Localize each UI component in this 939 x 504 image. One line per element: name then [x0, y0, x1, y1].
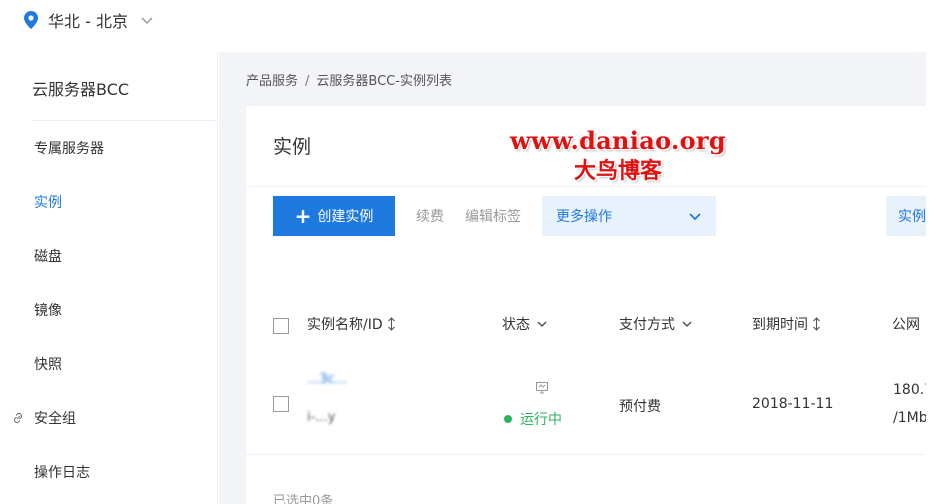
breadcrumb-current: 云服务器BCC-实例列表	[316, 74, 452, 89]
breadcrumb-root[interactable]: 产品服务	[246, 74, 298, 89]
region-selector[interactable]: 华北 - 北京	[24, 8, 154, 32]
selection-count: 已选中0条	[273, 494, 334, 504]
more-actions-label: 更多操作	[556, 209, 612, 225]
sort-icon[interactable]	[387, 317, 396, 331]
instance-filter-button[interactable]: 实例	[886, 196, 926, 236]
column-header-expiry[interactable]: 到期时间	[752, 314, 821, 334]
more-actions-dropdown[interactable]: 更多操作	[542, 196, 716, 236]
column-header-status[interactable]: 状态	[502, 314, 548, 334]
create-instance-button[interactable]: + 创建实例	[273, 196, 395, 236]
location-pin-icon	[24, 11, 38, 29]
status-label: 运行中	[520, 412, 562, 428]
sidebar-item-security-groups[interactable]: 安全组	[13, 408, 76, 428]
sidebar-item-disks[interactable]: 磁盘	[34, 246, 62, 266]
public-ip: 180.7	[893, 382, 926, 398]
select-all-checkbox[interactable]	[273, 318, 289, 334]
column-header-label: 实例名称/ID	[307, 317, 383, 333]
instance-name-link[interactable]: ...3c...	[307, 372, 347, 387]
sidebar-item-images[interactable]: 镜像	[34, 300, 62, 320]
chevron-down-icon[interactable]	[536, 318, 548, 330]
card-divider	[246, 186, 926, 187]
chevron-down-icon	[689, 213, 701, 221]
sidebar-item-label: 安全组	[34, 411, 76, 427]
row-checkbox[interactable]	[273, 396, 289, 412]
page-title: 实例	[273, 136, 312, 158]
sort-icon[interactable]	[812, 317, 821, 331]
breadcrumb-separator: /	[305, 74, 310, 89]
instance-id: i-...y	[307, 410, 336, 425]
column-header-label: 状态	[502, 317, 530, 333]
edit-tags-button[interactable]: 编辑标签	[465, 206, 521, 226]
monitor-icon[interactable]	[535, 381, 549, 395]
main-content: 产品服务 / 云服务器BCC-实例列表 实例 + 创建实例 续费 编辑标签 更多操作…	[219, 52, 926, 504]
plus-icon: +	[294, 204, 312, 228]
column-header-label: 公网	[892, 317, 920, 333]
sidebar-item-operation-log[interactable]: 操作日志	[34, 462, 90, 482]
column-header-name[interactable]: 实例名称/ID	[307, 314, 396, 334]
row-divider	[246, 454, 926, 455]
sidebar: 云服务器BCC 专属服务器 实例 磁盘 镜像 快照 安全组 操作日志	[0, 52, 218, 504]
payment-method: 预付费	[619, 399, 661, 415]
expiry-date: 2018-11-11	[752, 396, 834, 412]
breadcrumb: 产品服务 / 云服务器BCC-实例列表	[246, 70, 452, 89]
sidebar-item-dedicated-servers[interactable]: 专属服务器	[34, 138, 104, 158]
table-row: ...3c... i-...y 运行中 预付费 2018-11-11 180.7…	[246, 354, 926, 454]
column-header-payment[interactable]: 支付方式	[619, 314, 693, 334]
renew-button[interactable]: 续费	[416, 206, 444, 226]
toolbar: + 创建实例 续费 编辑标签 更多操作	[273, 196, 716, 236]
top-bar: 华北 - 北京	[0, 0, 939, 52]
chevron-down-icon	[141, 17, 153, 25]
instance-card: 实例 + 创建实例 续费 编辑标签 更多操作 实例 实例名称/ID 状态 支付方…	[246, 106, 926, 504]
region-label: 华北 - 北京	[48, 12, 128, 31]
create-instance-label: 创建实例	[317, 209, 374, 225]
sidebar-item-snapshots[interactable]: 快照	[34, 354, 62, 374]
column-header-label: 支付方式	[619, 317, 675, 333]
column-header-label: 到期时间	[752, 317, 808, 333]
status-badge: 运行中	[504, 409, 562, 429]
bandwidth: /1Mb	[893, 410, 926, 426]
checkbox[interactable]	[273, 318, 289, 334]
sidebar-item-instances[interactable]: 实例	[34, 192, 62, 212]
link-icon	[13, 412, 23, 424]
chevron-down-icon[interactable]	[681, 318, 693, 330]
status-dot	[504, 415, 512, 423]
column-header-public-ip: 公网	[892, 314, 926, 334]
sidebar-title: 云服务器BCC	[32, 80, 130, 99]
sidebar-divider	[32, 120, 218, 121]
